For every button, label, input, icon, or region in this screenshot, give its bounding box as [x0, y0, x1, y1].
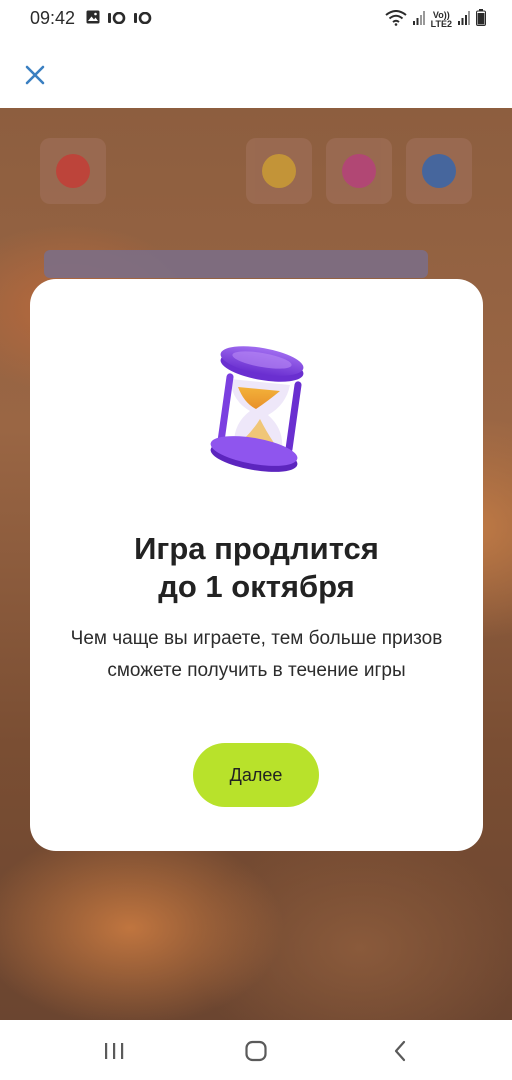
status-time: 09:42 — [30, 8, 76, 28]
navigation-bar — [0, 1020, 512, 1080]
dialog-title: Игра продлится до 1 октября — [30, 530, 483, 606]
wifi-icon — [385, 9, 407, 31]
back-icon — [394, 1040, 406, 1062]
battery-icon — [476, 9, 486, 31]
bg-progress-bar — [44, 250, 428, 278]
back-button[interactable] — [388, 1038, 414, 1064]
bg-heart-tile — [40, 138, 106, 204]
notification-app-icon — [134, 11, 152, 29]
notification-app-icon — [108, 11, 126, 29]
signal-icon — [458, 10, 470, 30]
home-button[interactable] — [243, 1038, 269, 1064]
home-icon — [245, 1040, 267, 1062]
dialog-title-text: Игра продлится до 1 октября — [134, 531, 379, 604]
bg-trophy-tile — [246, 138, 312, 204]
dialog-body: Чем чаще вы играете, тем больше призов с… — [70, 628, 443, 681]
close-icon — [25, 65, 45, 85]
next-button[interactable]: Далее — [193, 743, 319, 807]
bg-gift-tile — [326, 138, 392, 204]
status-left-icons — [86, 10, 152, 29]
volte-indicator: Vo)) LTE2 — [431, 11, 452, 29]
info-dialog: Игра продлится до 1 октября Чем чаще вы … — [30, 279, 483, 851]
recent-apps-button[interactable] — [101, 1038, 127, 1064]
status-right-icons: Vo)) LTE2 — [385, 9, 486, 31]
hourglass-icon — [210, 346, 304, 472]
app-bar — [0, 38, 512, 108]
signal-icon — [412, 10, 425, 30]
image-icon — [86, 10, 100, 29]
bg-star-tile — [406, 138, 472, 204]
recent-apps-icon — [105, 1043, 124, 1059]
lte-label: LTE2 — [430, 19, 452, 29]
status-bar: 09:42 Vo)) LTE2 — [0, 0, 512, 38]
close-button[interactable] — [20, 60, 50, 90]
